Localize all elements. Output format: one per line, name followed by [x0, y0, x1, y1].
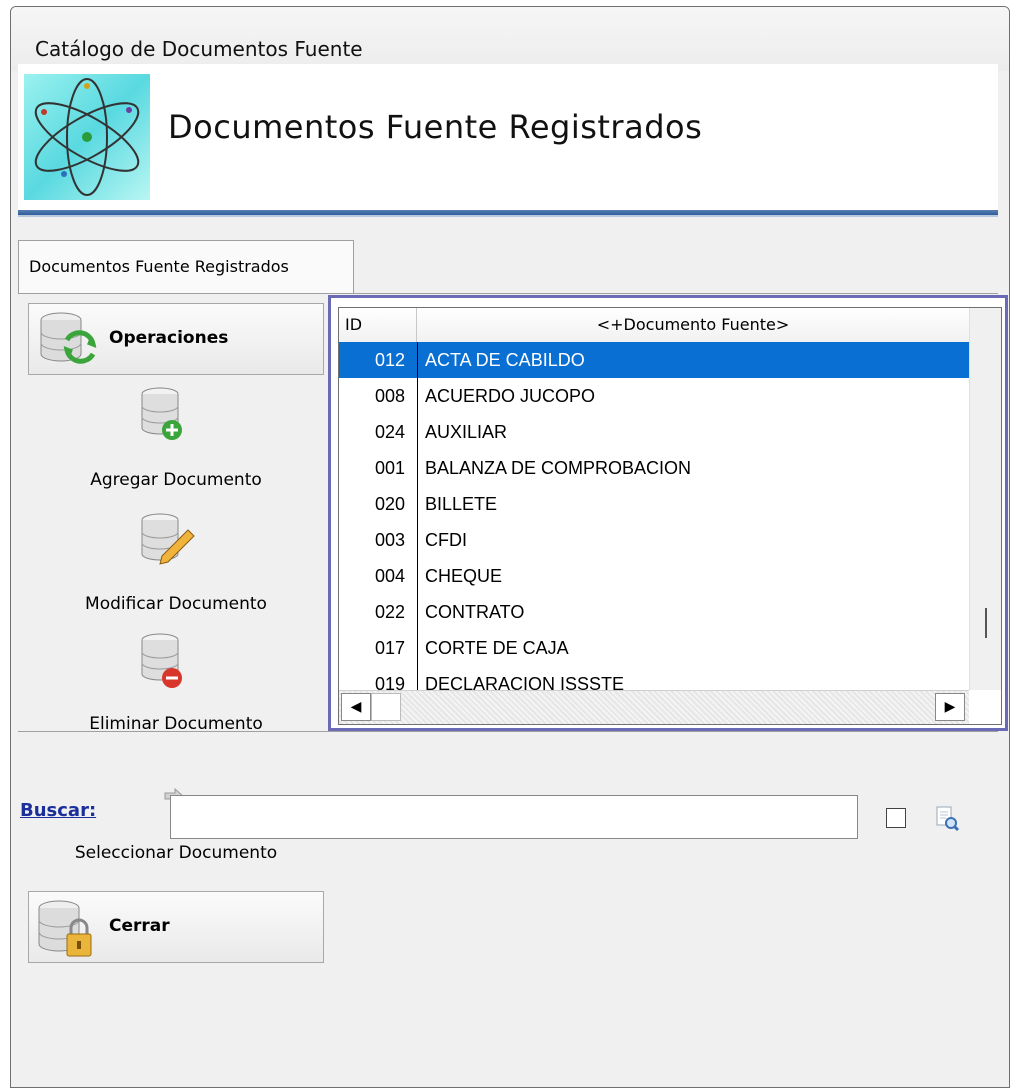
cell-documento: CFDI [425, 530, 467, 550]
table-row[interactable]: 017 CORTE DE CAJA [339, 630, 969, 666]
cell-id: 008 [374, 386, 405, 406]
search-input[interactable] [170, 795, 858, 839]
documents-table[interactable]: ID <+Documento Fuente> 012 ACTA DE CABILD… [338, 307, 1002, 725]
operaciones-button[interactable]: Operaciones [28, 303, 324, 375]
scroll-right-icon[interactable]: ▶ [935, 693, 965, 721]
database-add-icon[interactable] [140, 386, 184, 447]
table-header: ID <+Documento Fuente> [339, 308, 970, 343]
table-body: 012 ACTA DE CABILDO 008 ACUERDO JUCOPO 024 AU… [339, 342, 969, 724]
page-title: Documentos Fuente Registrados [168, 108, 703, 146]
table-row[interactable]: 012 ACTA DE CABILDO [339, 342, 969, 378]
cell-id: 017 [374, 638, 405, 658]
cell-documento: AUXILIAR [425, 422, 508, 442]
atom-logo-icon [24, 74, 150, 200]
column-header-documento[interactable]: <+Documento Fuente> [417, 308, 970, 342]
window-title: Catálogo de Documentos Fuente [35, 37, 363, 61]
database-edit-icon[interactable] [140, 512, 196, 577]
title-bar: Catálogo de Documentos Fuente [11, 7, 1009, 71]
database-lock-icon [37, 898, 99, 965]
tab-documentos-fuente[interactable]: Documentos Fuente Registrados [18, 240, 354, 294]
table-row[interactable]: 022 CONTRATO [339, 594, 969, 630]
search-option-checkbox[interactable] [886, 808, 906, 828]
cell-id: 012 [374, 350, 405, 370]
agregar-documento-button[interactable]: Agregar Documento [28, 470, 324, 490]
table-row[interactable]: 003 CFDI [339, 522, 969, 558]
cerrar-label: Cerrar [109, 916, 170, 936]
cell-id: 022 [374, 602, 405, 622]
header-banner: Documentos Fuente Registrados [18, 64, 998, 210]
banner-divider-shadow [18, 215, 998, 217]
cell-documento: BALANZA DE COMPROBACION [425, 458, 692, 478]
cell-documento: ACTA DE CABILDO [425, 350, 585, 370]
search-label: Buscar: [20, 800, 97, 821]
modificar-documento-button[interactable]: Modificar Documento [28, 594, 324, 614]
cell-documento: CHEQUE [425, 566, 503, 586]
column-header-id[interactable]: ID [339, 308, 417, 342]
column-separator [417, 342, 418, 724]
seleccionar-documento-button[interactable]: Seleccionar Documento [28, 843, 324, 863]
operaciones-label: Operaciones [109, 328, 229, 348]
cell-documento: CONTRATO [425, 602, 525, 622]
vertical-scroll-thumb[interactable] [985, 608, 987, 638]
database-delete-icon[interactable] [140, 632, 184, 697]
find-icon[interactable] [934, 804, 960, 832]
cell-id: 004 [374, 566, 405, 586]
database-refresh-icon [37, 310, 99, 375]
cell-id: 020 [374, 494, 405, 514]
horizontal-scrollbar[interactable]: ◀ ▶ [339, 690, 969, 724]
scroll-left-icon[interactable]: ◀ [341, 693, 371, 721]
horizontal-scroll-thumb[interactable] [371, 693, 401, 721]
table-row[interactable]: 001 BALANZA DE COMPROBACION [339, 450, 969, 486]
cerrar-button[interactable]: Cerrar [28, 891, 324, 963]
vertical-scrollbar[interactable] [969, 308, 1001, 690]
table-row[interactable]: 004 CHEQUE [339, 558, 969, 594]
eliminar-documento-button[interactable]: Eliminar Documento [28, 714, 324, 734]
cell-documento: BILLETE [425, 494, 498, 514]
cell-id: 003 [374, 530, 405, 550]
table-row[interactable]: 020 BILLETE [339, 486, 969, 522]
cell-documento: ACUERDO JUCOPO [425, 386, 596, 406]
cell-id: 024 [374, 422, 405, 442]
table-row[interactable]: 024 AUXILIAR [339, 414, 969, 450]
table-row[interactable]: 008 ACUERDO JUCOPO [339, 378, 969, 414]
cell-documento: CORTE DE CAJA [425, 638, 569, 658]
cell-id: 001 [374, 458, 405, 478]
